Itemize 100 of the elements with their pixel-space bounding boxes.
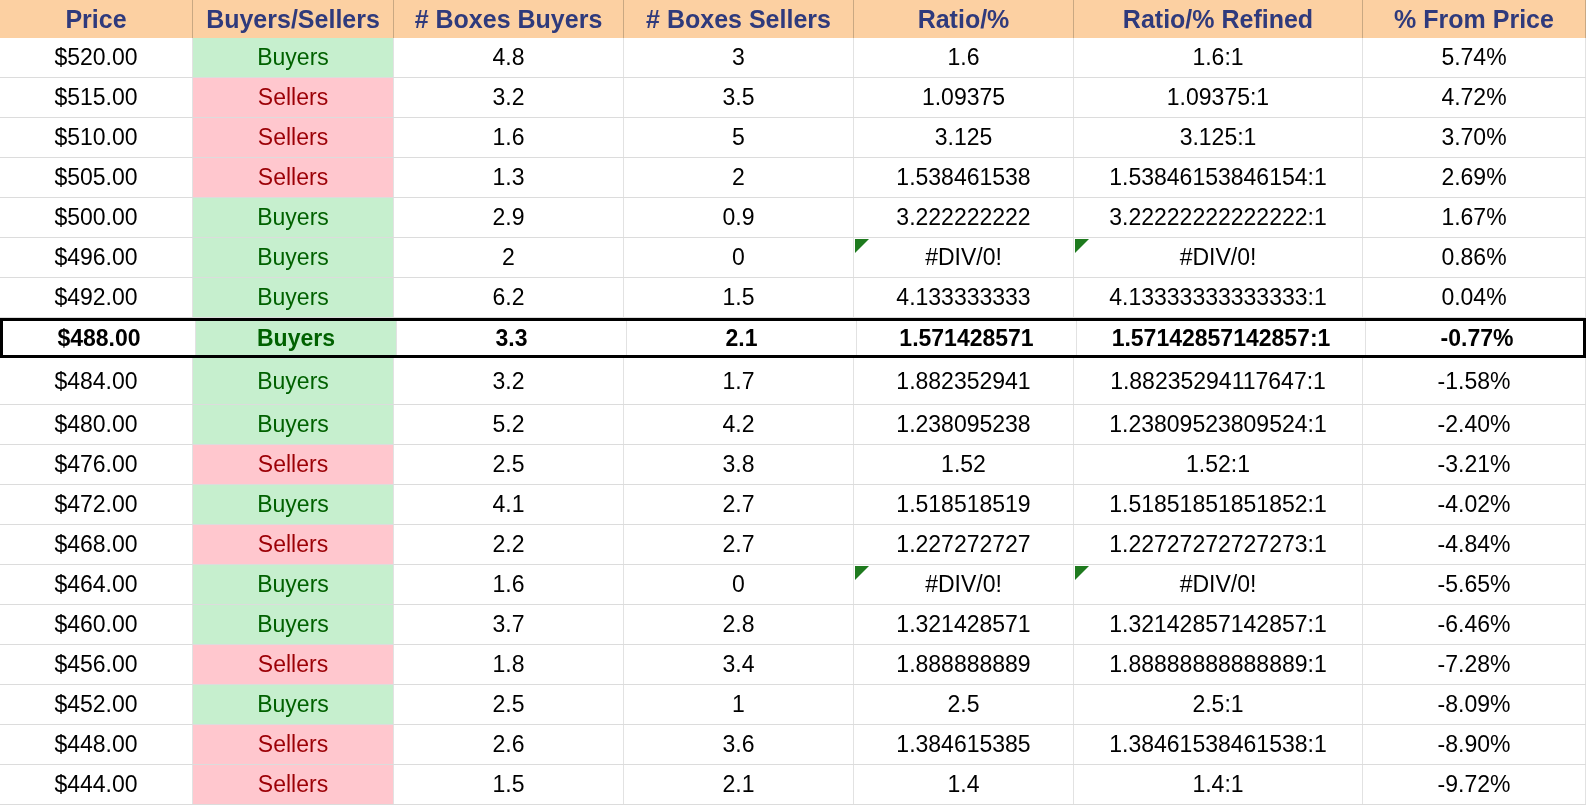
table-cell: 4.133333333 bbox=[854, 278, 1074, 317]
column-header: Ratio/% Refined bbox=[1074, 0, 1363, 38]
table-cell: 1.38461538461538:1 bbox=[1074, 725, 1363, 764]
error-marker-icon bbox=[1075, 566, 1089, 580]
table-cell: -4.84% bbox=[1363, 525, 1586, 564]
table-cell: -5.65% bbox=[1363, 565, 1586, 604]
table-cell: 1.88235294117647:1 bbox=[1074, 358, 1363, 404]
table-cell: #DIV/0! bbox=[1074, 238, 1363, 277]
table-cell: -2.40% bbox=[1363, 405, 1586, 444]
table-cell: 3.6 bbox=[624, 725, 854, 764]
table-cell: 2.5 bbox=[394, 685, 624, 724]
table-cell: 4.72% bbox=[1363, 78, 1586, 117]
table-cell: 3.3 bbox=[397, 321, 627, 355]
table-cell: 1.5 bbox=[394, 765, 624, 804]
table-cell: 2.69% bbox=[1363, 158, 1586, 197]
table-cell: 2.5 bbox=[394, 445, 624, 484]
table-cell: 1.384615385 bbox=[854, 725, 1074, 764]
table-cell: 3.5 bbox=[624, 78, 854, 117]
table-cell: 2.5 bbox=[854, 685, 1074, 724]
table-cell: 3.4 bbox=[624, 645, 854, 684]
table-cell: 3.70% bbox=[1363, 118, 1586, 157]
table-cell: 3.2 bbox=[394, 358, 624, 404]
table-cell: Buyers bbox=[193, 605, 394, 644]
table-cell: 2.7 bbox=[624, 525, 854, 564]
table-cell: 1.4:1 bbox=[1074, 765, 1363, 804]
table-cell: 0 bbox=[624, 238, 854, 277]
table-cell: 1.6 bbox=[394, 118, 624, 157]
table-cell: 1.227272727 bbox=[854, 525, 1074, 564]
table-cell: Sellers bbox=[193, 525, 394, 564]
table-cell: 1.32142857142857:1 bbox=[1074, 605, 1363, 644]
table-cell: -8.90% bbox=[1363, 725, 1586, 764]
table-cell: 3.125:1 bbox=[1074, 118, 1363, 157]
table-cell: 1.67% bbox=[1363, 198, 1586, 237]
table-cell: 3.125 bbox=[854, 118, 1074, 157]
table-cell: 1.518518519 bbox=[854, 485, 1074, 524]
table-cell: Sellers bbox=[193, 725, 394, 764]
table-cell: 1.22727272727273:1 bbox=[1074, 525, 1363, 564]
table-cell: Buyers bbox=[193, 198, 394, 237]
table-cell: 3.7 bbox=[394, 605, 624, 644]
table-cell: 3.8 bbox=[624, 445, 854, 484]
table-cell: 2.2 bbox=[394, 525, 624, 564]
table-cell: -6.46% bbox=[1363, 605, 1586, 644]
table-cell: 1.6 bbox=[854, 38, 1074, 77]
table-cell: 1.3 bbox=[394, 158, 624, 197]
table-cell: Sellers bbox=[193, 765, 394, 804]
table-cell: Buyers bbox=[193, 358, 394, 404]
table-cell: 3.22222222222222:1 bbox=[1074, 198, 1363, 237]
table-cell: 5.74% bbox=[1363, 38, 1586, 77]
table-cell: 2 bbox=[394, 238, 624, 277]
column-header: Price bbox=[0, 0, 193, 38]
table-cell: Sellers bbox=[193, 78, 394, 117]
error-marker-icon bbox=[855, 566, 869, 580]
table-cell: Buyers bbox=[193, 38, 394, 77]
table-cell: 1.6 bbox=[394, 565, 624, 604]
table-cell: Sellers bbox=[193, 158, 394, 197]
table-cell: 1.52 bbox=[854, 445, 1074, 484]
column-header: % From Price bbox=[1363, 0, 1586, 38]
table-cell: Buyers bbox=[193, 685, 394, 724]
table-cell: 2.7 bbox=[624, 485, 854, 524]
table-cell: 6.2 bbox=[394, 278, 624, 317]
table-cell: 1.571428571 bbox=[857, 321, 1077, 355]
table-cell: 1.888888889 bbox=[854, 645, 1074, 684]
table-cell: #DIV/0! bbox=[854, 565, 1074, 604]
table-cell: Sellers bbox=[193, 645, 394, 684]
table-cell: 0 bbox=[624, 565, 854, 604]
table-cell: 1.09375:1 bbox=[1074, 78, 1363, 117]
table-cell: 1.882352941 bbox=[854, 358, 1074, 404]
table-cell: 2.9 bbox=[394, 198, 624, 237]
column-header: # Boxes Buyers bbox=[394, 0, 624, 38]
table-cell: 4.2 bbox=[624, 405, 854, 444]
table-cell: -4.02% bbox=[1363, 485, 1586, 524]
table-cell: 2.1 bbox=[627, 321, 857, 355]
table-cell: 1.09375 bbox=[854, 78, 1074, 117]
table-cell: 1.57142857142857:1 bbox=[1077, 321, 1366, 355]
table-cell: 1.88888888888889:1 bbox=[1074, 645, 1363, 684]
table-cell: -1.58% bbox=[1363, 358, 1586, 404]
table-cell: Sellers bbox=[193, 445, 394, 484]
error-marker-icon bbox=[855, 239, 869, 253]
table-cell: 2.8 bbox=[624, 605, 854, 644]
table-cell: 1.5 bbox=[624, 278, 854, 317]
table-cell: -9.72% bbox=[1363, 765, 1586, 804]
table-cell: -8.09% bbox=[1363, 685, 1586, 724]
table-cell: 1.238095238 bbox=[854, 405, 1074, 444]
table-cell: 1.7 bbox=[624, 358, 854, 404]
column-header: Buyers/Sellers bbox=[193, 0, 394, 38]
table-cell: 2.5:1 bbox=[1074, 685, 1363, 724]
table-cell: 4.8 bbox=[394, 38, 624, 77]
table-cell: 4.1 bbox=[394, 485, 624, 524]
error-marker-icon bbox=[1075, 239, 1089, 253]
table-cell: 3 bbox=[624, 38, 854, 77]
table-cell: 1.321428571 bbox=[854, 605, 1074, 644]
table-cell: 5 bbox=[624, 118, 854, 157]
table-cell: Buyers bbox=[193, 238, 394, 277]
table-cell: 1.6:1 bbox=[1074, 38, 1363, 77]
table-cell: Buyers bbox=[193, 278, 394, 317]
table-cell: Sellers bbox=[193, 118, 394, 157]
table-cell: 3.222222222 bbox=[854, 198, 1074, 237]
table-cell: 0.9 bbox=[624, 198, 854, 237]
table-cell: 1.538461538 bbox=[854, 158, 1074, 197]
table-cell: 1.8 bbox=[394, 645, 624, 684]
